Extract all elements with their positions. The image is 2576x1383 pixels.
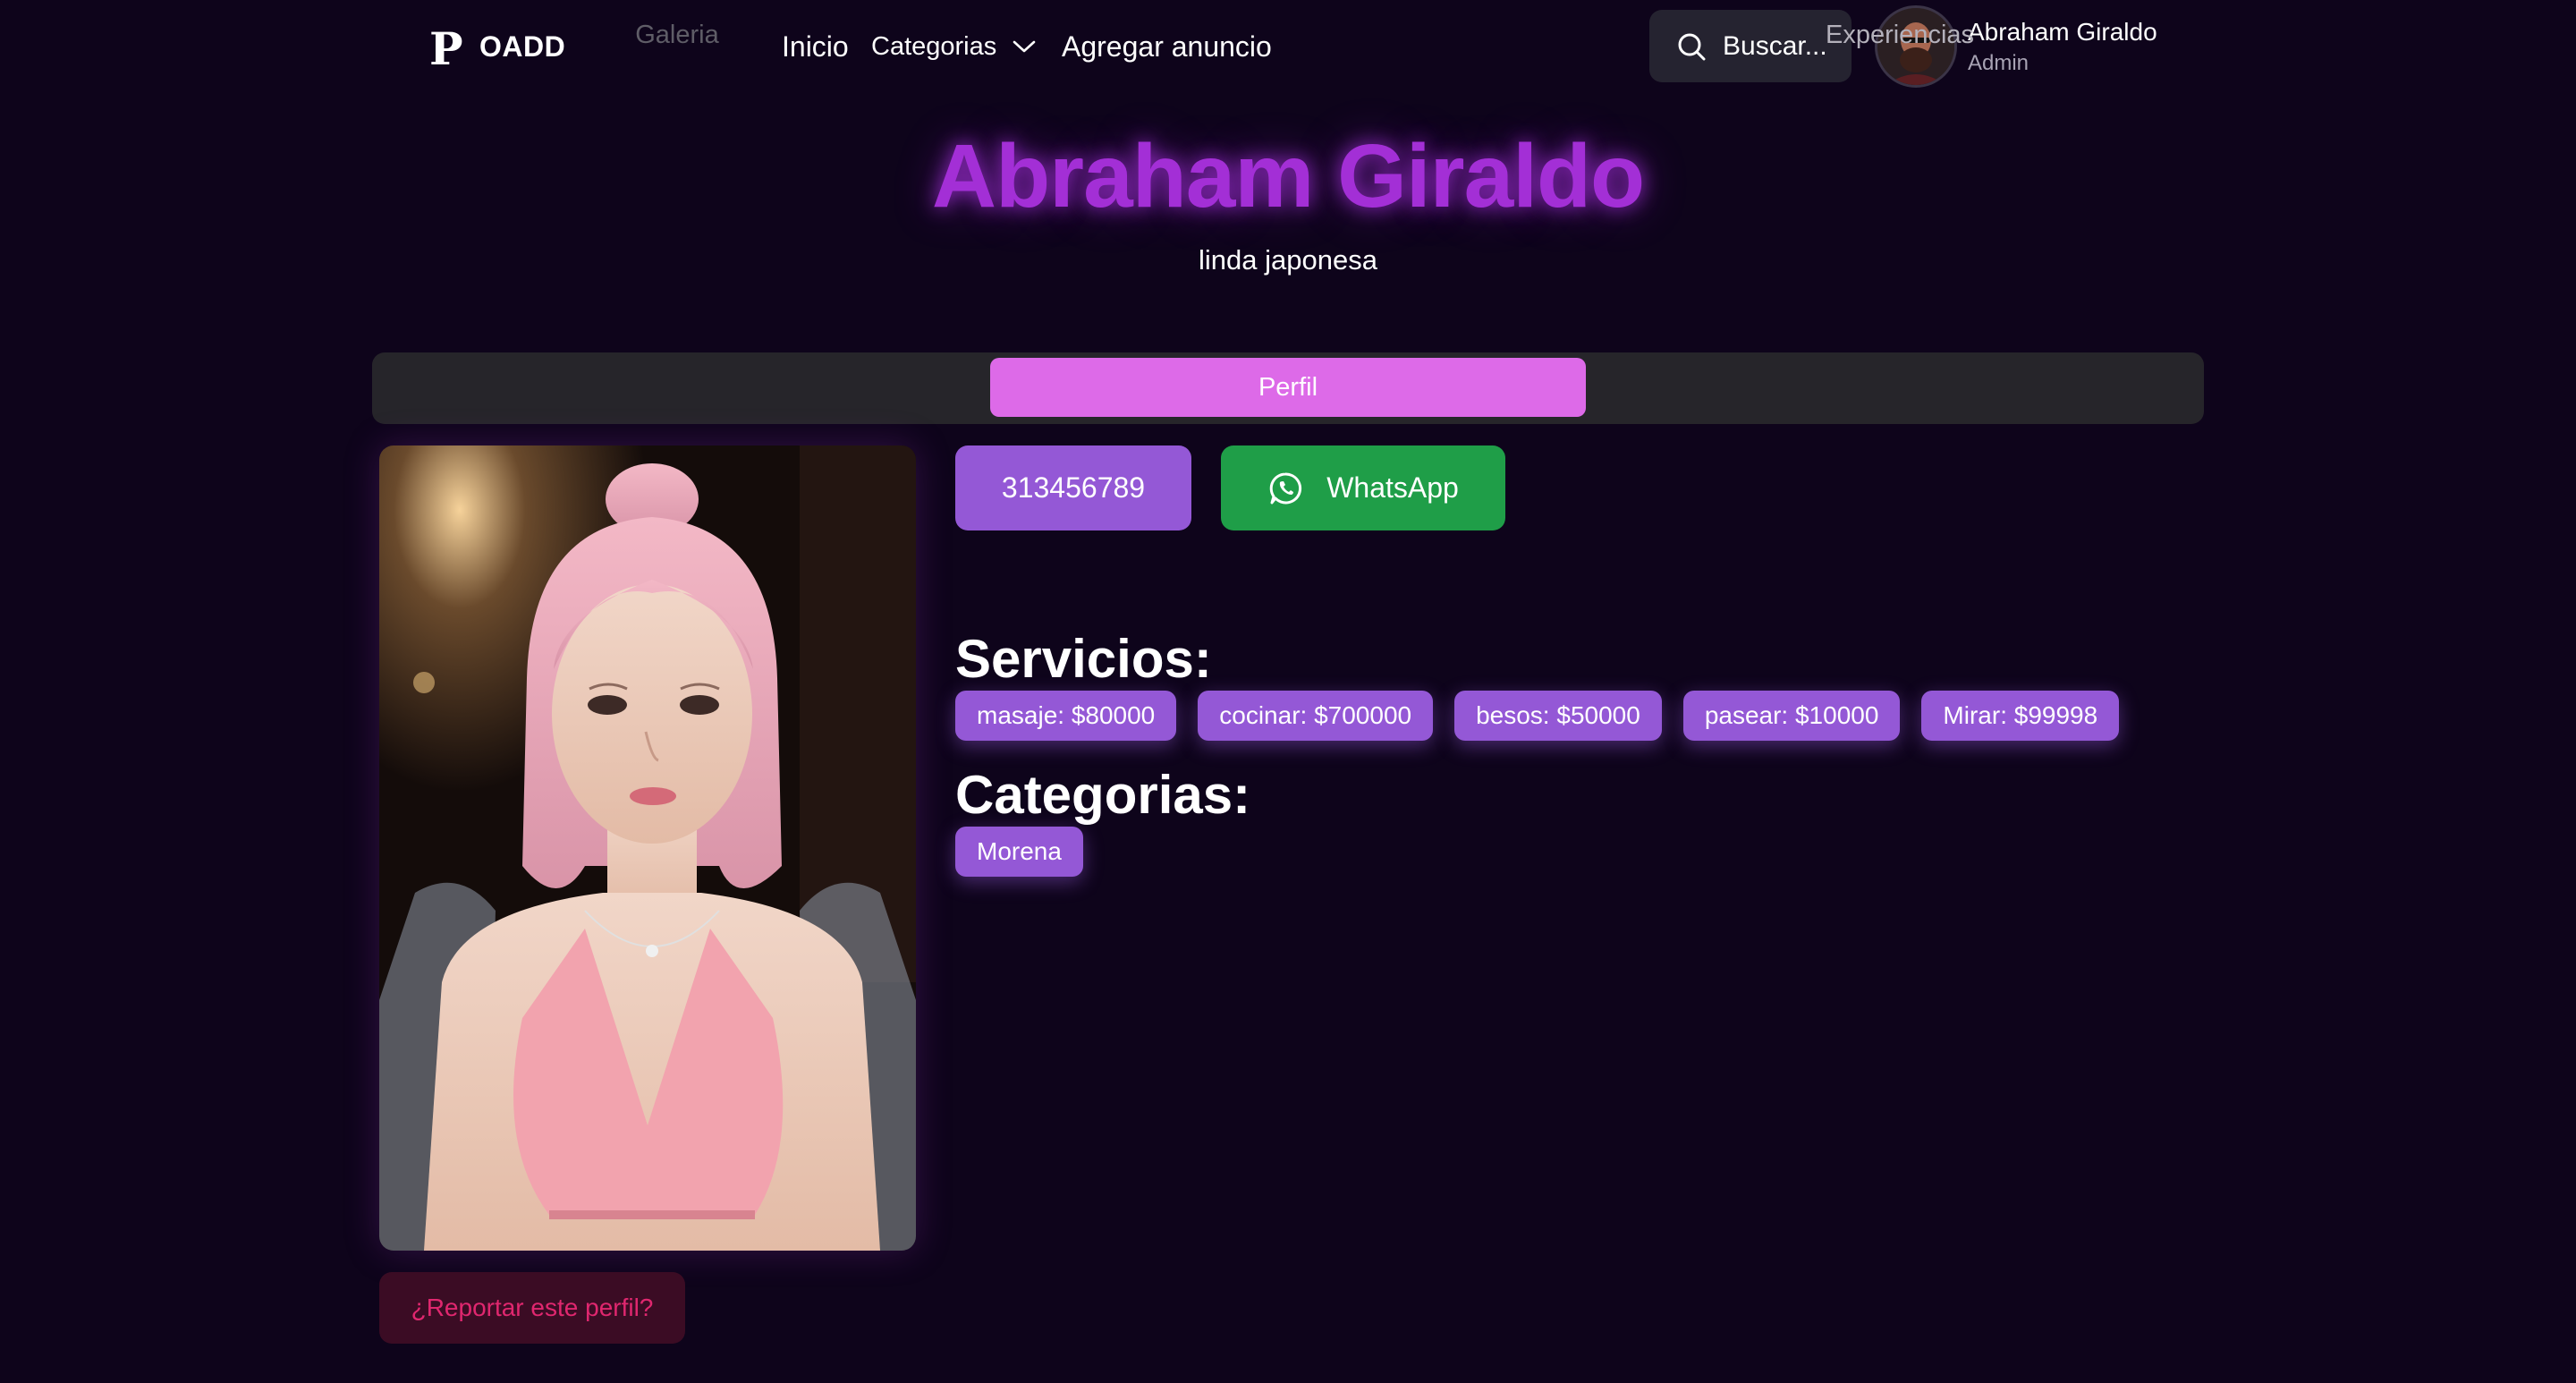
tab-gallery[interactable]: Galeria [379, 5, 975, 64]
chevron-down-icon [1013, 40, 1036, 53]
services-title: Servicios: [955, 629, 1212, 689]
whatsapp-icon [1269, 471, 1302, 504]
profile-photo[interactable] [379, 445, 916, 1251]
tab-experiences[interactable]: Experiencias [1602, 5, 2198, 64]
service-chip: pasear: $10000 [1682, 691, 1901, 741]
service-chip: cocinar: $700000 [1198, 691, 1434, 741]
service-chip: Mirar: $99998 [1921, 691, 2120, 741]
report-profile-button[interactable]: ¿Reportar este perfil? [379, 1272, 685, 1344]
service-chip: masaje: $80000 [955, 691, 1177, 741]
services-list: masaje: $80000 cocinar: $700000 besos: $… [955, 691, 2120, 741]
service-chip: besos: $50000 [1454, 691, 1662, 741]
nav-add-listing-link[interactable]: Agregar anuncio [1062, 27, 1272, 66]
whatsapp-button[interactable]: WhatsApp [1221, 445, 1505, 530]
profile-subtitle: linda japonesa [1199, 244, 1377, 276]
profile-title: Abraham Giraldo [931, 126, 1645, 226]
categories-list: Morena [955, 827, 1083, 877]
phone-button[interactable]: 313456789 [955, 445, 1191, 530]
profile-page: P OADD Inicio Categorias Agregar anuncio… [0, 0, 2576, 1383]
category-chip[interactable]: Morena [955, 827, 1083, 877]
categories-title: Categorias: [955, 765, 1251, 825]
profile-photo-image [379, 445, 916, 1251]
tab-profile[interactable]: Perfil [990, 358, 1586, 417]
whatsapp-label: WhatsApp [1326, 471, 1459, 504]
